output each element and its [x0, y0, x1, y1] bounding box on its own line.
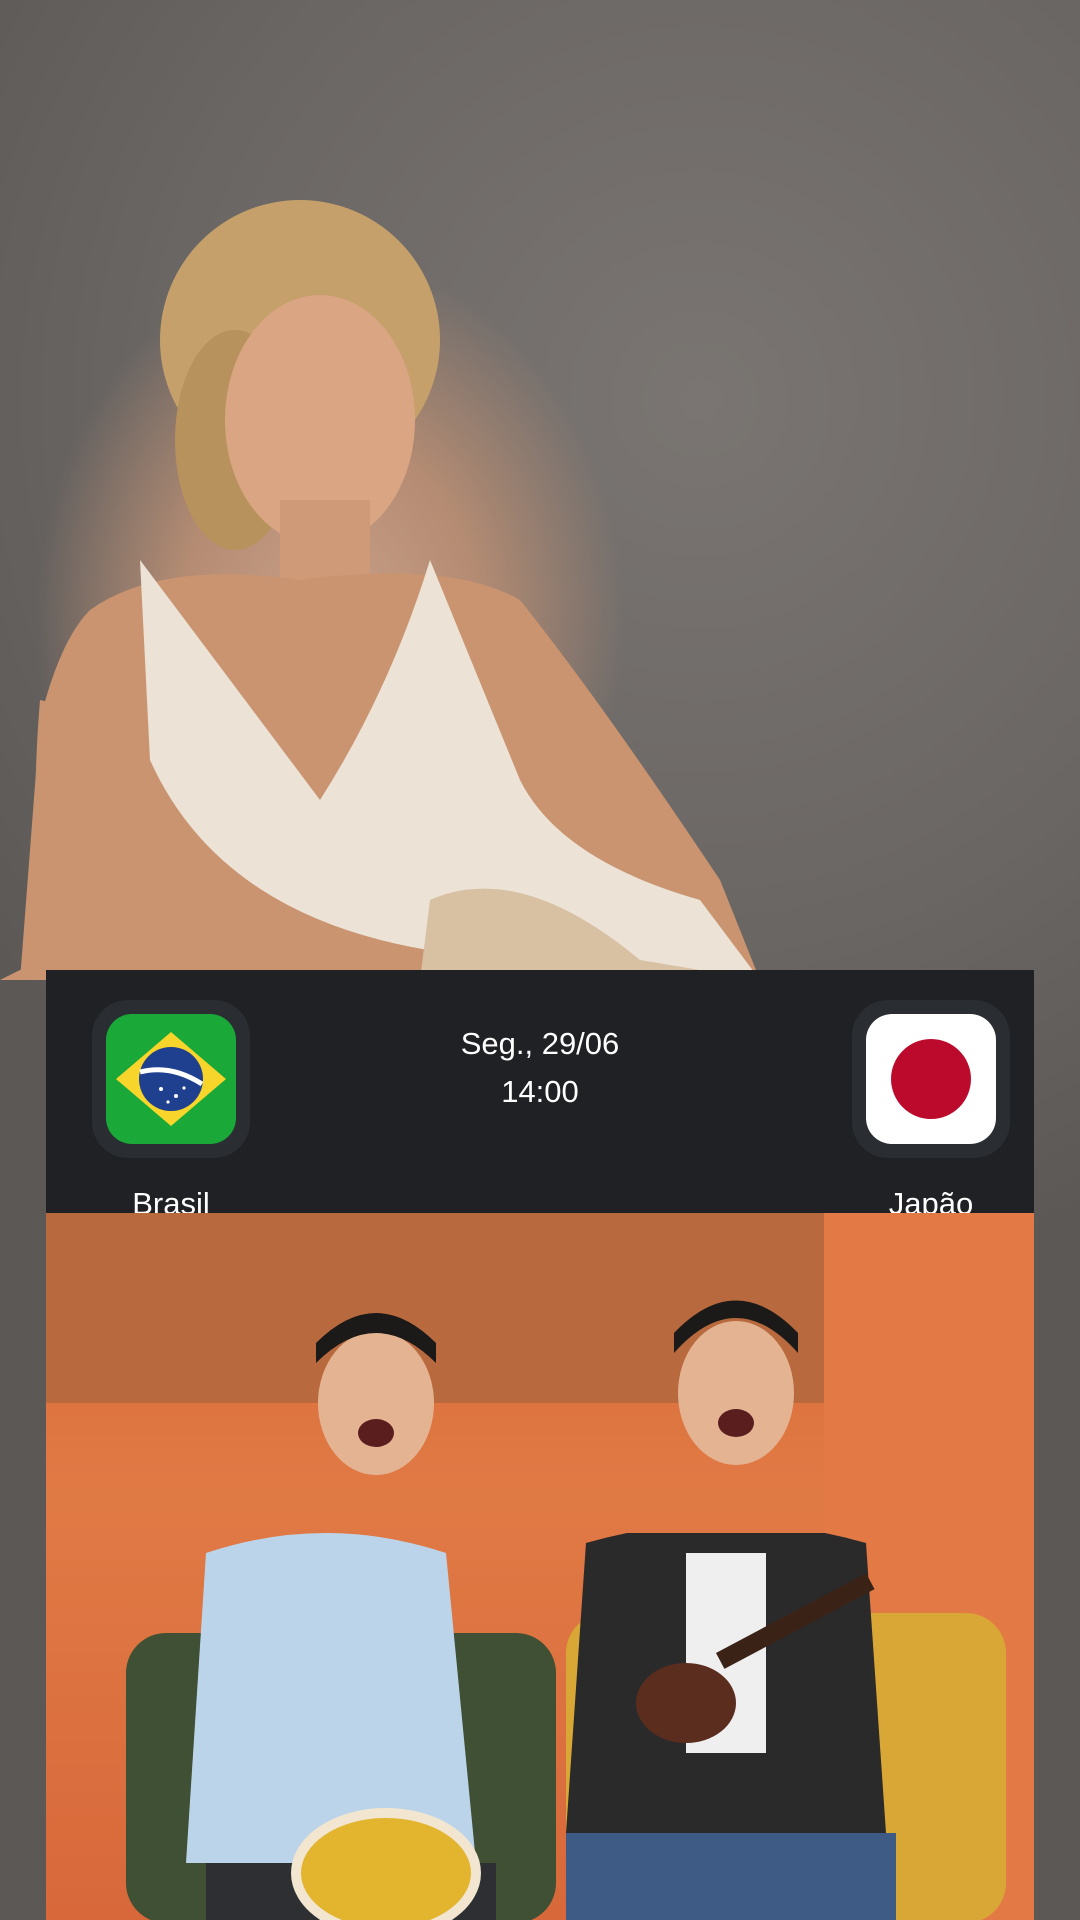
home-flag-container [92, 1000, 250, 1158]
japan-flag-icon [866, 1014, 996, 1144]
heads-overlay [316, 1300, 798, 1475]
match-datetime: Seg., 29/06 14:00 [340, 1020, 740, 1116]
match-card[interactable]: Brasil Seg., 29/06 14:00 Japão [46, 970, 1034, 1221]
home-team[interactable]: Brasil [92, 1000, 250, 1222]
woman-portrait-image [0, 200, 760, 980]
brazil-flag-icon [106, 1014, 236, 1144]
match-date: Seg., 29/06 [460, 1026, 620, 1061]
away-team[interactable]: Japão [852, 1000, 1010, 1222]
away-flag-container [852, 1000, 1010, 1158]
video-clip-two-singers[interactable] [46, 1213, 1034, 1920]
match-time: 14:00 [501, 1074, 579, 1109]
